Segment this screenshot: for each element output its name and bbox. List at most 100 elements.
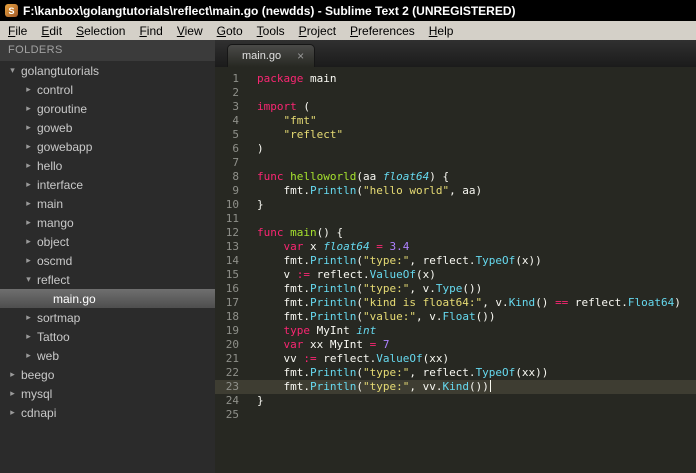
tree-folder-mango[interactable]: ▸ mango (0, 213, 215, 232)
line-number: 16 (225, 282, 239, 295)
tree-folder-golangtutorials[interactable]: ▾ golangtutorials (0, 61, 215, 80)
tree-item-label: goweb (37, 120, 73, 135)
line-number: 24 (225, 394, 239, 407)
expand-triangle-icon[interactable]: ▸ (22, 122, 35, 133)
code-line-20[interactable]: 20 var xx MyInt = 7 (215, 338, 696, 352)
line-number: 8 (232, 170, 239, 183)
expand-triangle-icon[interactable]: ▸ (22, 160, 35, 171)
collapse-triangle-icon[interactable]: ▾ (6, 65, 19, 76)
tree-item-label: main.go (53, 291, 96, 306)
tree-folder-oscmd[interactable]: ▸ oscmd (0, 251, 215, 270)
tree-item-label: golangtutorials (21, 63, 100, 78)
tree-item-label: object (37, 234, 70, 249)
menu-goto[interactable]: Goto (210, 22, 250, 40)
tree-file-main.go[interactable]: main.go (0, 289, 215, 308)
code-line-8[interactable]: 8 func helloworld(aa float64) { (215, 170, 696, 184)
menu-edit[interactable]: Edit (34, 22, 69, 40)
expand-triangle-icon[interactable]: ▸ (22, 236, 35, 247)
code-line-6[interactable]: 6) (215, 142, 696, 156)
code-line-2[interactable]: 2 (215, 86, 696, 100)
menu-file[interactable]: File (1, 22, 34, 40)
tab-main-go[interactable]: main.go × (227, 44, 316, 67)
sidebar: FOLDERS ▾ golangtutorials ▸ control ▸ gorouti… (0, 40, 215, 473)
collapse-triangle-icon[interactable]: ▾ (22, 274, 35, 285)
menu-project[interactable]: Project (292, 22, 343, 40)
code-line-1[interactable]: 1 package main (215, 72, 696, 86)
tree-item-label: goroutine (37, 101, 88, 116)
expand-triangle-icon[interactable]: ▸ (22, 350, 35, 361)
line-number: 2 (232, 86, 239, 99)
expand-triangle-icon[interactable]: ▸ (22, 255, 35, 266)
expand-triangle-icon[interactable]: ▸ (6, 369, 19, 380)
tree-folder-control[interactable]: ▸ control (0, 80, 215, 99)
menu-preferences[interactable]: Preferences (343, 22, 422, 40)
tree-folder-mysql[interactable]: ▸ mysql (0, 384, 215, 403)
code-line-24[interactable]: 24} (215, 394, 696, 408)
code-line-19[interactable]: 19 type MyInt int (215, 324, 696, 338)
code-line-18[interactable]: 18 fmt.Println("value:", v.Float()) (215, 310, 696, 324)
code-line-5[interactable]: 5 "reflect" (215, 128, 696, 142)
expand-triangle-icon[interactable]: ▸ (22, 103, 35, 114)
expand-triangle-icon[interactable]: ▸ (22, 179, 35, 190)
tree-folder-object[interactable]: ▸ object (0, 232, 215, 251)
code-line-17[interactable]: 17 fmt.Println("kind is float64:", v.Kin… (215, 296, 696, 310)
expand-triangle-icon[interactable]: ▸ (22, 141, 35, 152)
expand-triangle-icon[interactable]: ▸ (22, 217, 35, 228)
code-line-21[interactable]: 21 vv := reflect.ValueOf(xx) (215, 352, 696, 366)
folders-header: FOLDERS (0, 40, 215, 61)
code-line-14[interactable]: 14 fmt.Println("type:", reflect.TypeOf(x… (215, 254, 696, 268)
tree-folder-main[interactable]: ▸ main (0, 194, 215, 213)
tree-folder-reflect[interactable]: ▾ reflect (0, 270, 215, 289)
code-editor[interactable]: 1 package main 2 3 import (4 "fmt" 5 "reflect… (215, 67, 696, 473)
code-line-16[interactable]: 16 fmt.Println("type:", v.Type()) (215, 282, 696, 296)
tree-folder-Tattoo[interactable]: ▸ Tattoo (0, 327, 215, 346)
tree-folder-gowebapp[interactable]: ▸ gowebapp (0, 137, 215, 156)
code-line-15[interactable]: 15 v := reflect.ValueOf(x) (215, 268, 696, 282)
tree-folder-goweb[interactable]: ▸ goweb (0, 118, 215, 137)
expand-triangle-icon[interactable]: ▸ (6, 407, 19, 418)
code-line-7[interactable]: 7 (215, 156, 696, 170)
code-line-25[interactable]: 25 (215, 408, 696, 422)
code-line-12[interactable]: 12 func main() { (215, 226, 696, 240)
menu-selection[interactable]: Selection (69, 22, 132, 40)
line-number: 3 (232, 100, 239, 113)
code-text: import ( (257, 100, 310, 113)
tab-close-icon[interactable]: × (297, 50, 304, 62)
expand-triangle-icon[interactable]: ▸ (6, 388, 19, 399)
menu-view[interactable]: View (170, 22, 210, 40)
code-line-13[interactable]: 13 var x float64 = 3.4 (215, 240, 696, 254)
expand-triangle-icon[interactable]: ▸ (22, 312, 35, 323)
tree-folder-cdnapi[interactable]: ▸ cdnapi (0, 403, 215, 422)
menu-find[interactable]: Find (132, 22, 169, 40)
tree-folder-beego[interactable]: ▸ beego (0, 365, 215, 384)
tree-item-label: cdnapi (21, 405, 57, 420)
code-line-4[interactable]: 4 "fmt" (215, 114, 696, 128)
menu-tools[interactable]: Tools (250, 22, 292, 40)
code-line-23[interactable]: 23 fmt.Println("type:", vv.Kind()) (215, 380, 696, 394)
code-line-22[interactable]: 22 fmt.Println("type:", reflect.TypeOf(x… (215, 366, 696, 380)
code-line-11[interactable]: 11 (215, 212, 696, 226)
expand-triangle-icon[interactable]: ▸ (22, 198, 35, 209)
code-text: "reflect" (283, 128, 344, 141)
expand-triangle-icon[interactable]: ▸ (22, 331, 35, 342)
code-text: } (257, 394, 264, 407)
tree-folder-hello[interactable]: ▸ hello (0, 156, 215, 175)
line-number: 19 (225, 324, 239, 337)
code-line-3[interactable]: 3 import ( (215, 100, 696, 114)
title-bar[interactable]: S F:\kanbox\golangtutorials\reflect\main… (0, 0, 696, 21)
tree-folder-goroutine[interactable]: ▸ goroutine (0, 99, 215, 118)
expand-triangle-icon[interactable]: ▸ (22, 84, 35, 95)
text-cursor (489, 380, 491, 392)
line-number: 18 (225, 310, 239, 323)
tree-item-label: sortmap (37, 310, 81, 325)
code-text: vv := reflect.ValueOf(xx) (257, 352, 450, 365)
tree-folder-sortmap[interactable]: ▸ sortmap (0, 308, 215, 327)
window-title: F:\kanbox\golangtutorials\reflect\main.g… (23, 3, 516, 18)
code-text: "fmt" (283, 114, 317, 127)
code-line-10[interactable]: 10} (215, 198, 696, 212)
menu-help[interactable]: Help (422, 22, 461, 40)
code-line-9[interactable]: 9 fmt.Println("hello world", aa) (215, 184, 696, 198)
tree-folder-web[interactable]: ▸ web (0, 346, 215, 365)
tree-folder-interface[interactable]: ▸ interface (0, 175, 215, 194)
